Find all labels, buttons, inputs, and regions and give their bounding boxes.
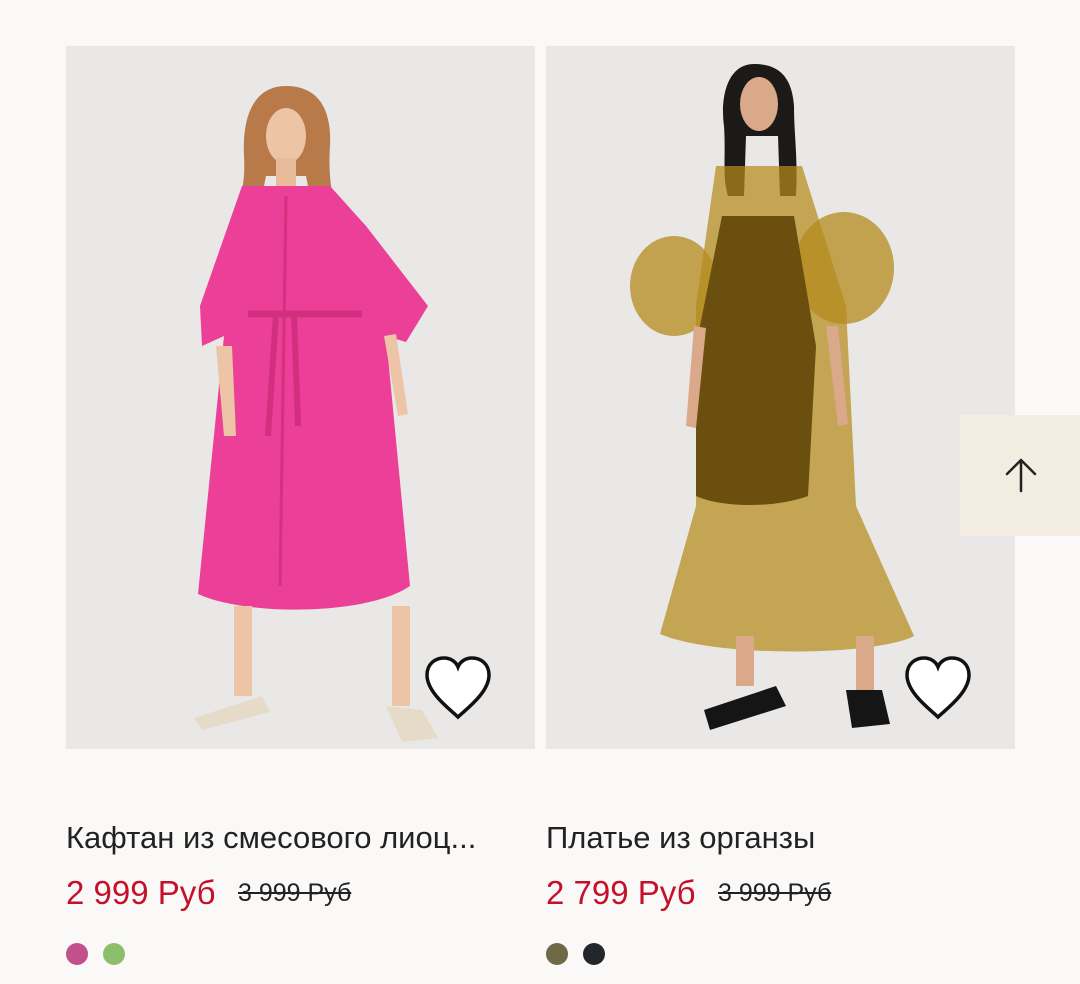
arrow-up-icon <box>1005 458 1037 493</box>
product-title[interactable]: Платье из органзы <box>546 816 1015 860</box>
sale-price: 2 799 Руб <box>546 874 696 911</box>
favorite-button[interactable] <box>423 655 493 721</box>
old-price: 3 999 Руб <box>717 878 832 907</box>
olive-organza-dress-image <box>630 64 914 730</box>
green-swatch[interactable] <box>103 943 126 965</box>
old-price: 3 999 Руб <box>237 878 352 907</box>
product-image[interactable] <box>546 46 1015 749</box>
scroll-to-top-button[interactable] <box>960 415 1080 536</box>
black-swatch[interactable] <box>583 943 606 965</box>
product-card[interactable]: Кафтан из смесового лиоц... 2 999 Руб 3 … <box>66 46 535 965</box>
sale-price: 2 999 Руб <box>66 874 216 911</box>
color-swatches <box>66 943 136 965</box>
price-row: 2 999 Руб 3 999 Руб <box>66 874 351 920</box>
product-card[interactable]: Платье из органзы 2 799 Руб 3 999 Руб <box>546 46 1015 965</box>
pink-kaftan-dress-image <box>194 86 438 742</box>
product-title[interactable]: Кафтан из смесового лиоц... <box>66 816 535 860</box>
price-row: 2 799 Руб 3 999 Руб <box>546 874 831 920</box>
heart-outline-icon <box>905 656 971 720</box>
heart-outline-icon <box>425 656 491 720</box>
favorite-button[interactable] <box>903 655 973 721</box>
olive-swatch[interactable] <box>546 943 568 965</box>
pink-swatch[interactable] <box>66 943 88 965</box>
product-image[interactable] <box>66 46 535 749</box>
color-swatches <box>546 943 616 965</box>
